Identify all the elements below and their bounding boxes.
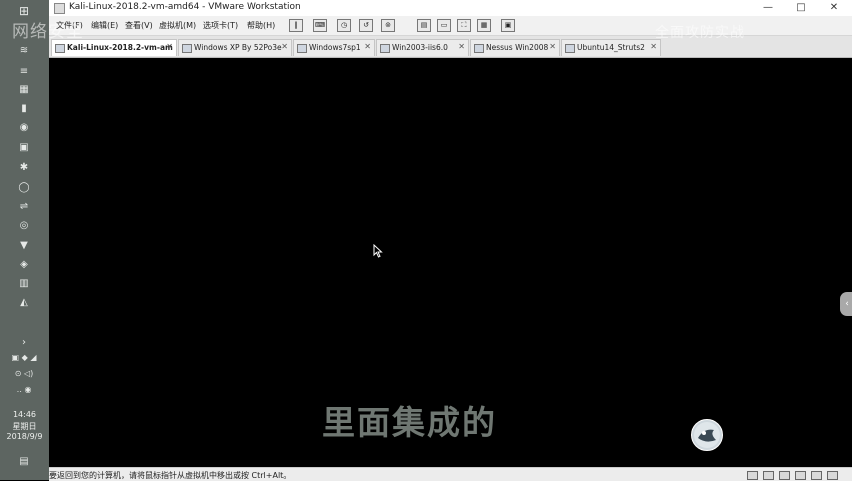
status-message: 要返回到您的计算机，请将鼠标指针从虚拟机中移出或按 Ctrl+Alt。: [49, 471, 292, 480]
taskbar-app-icon[interactable]: ≋: [17, 45, 31, 57]
device-icon[interactable]: [747, 471, 758, 480]
vm-icon: [474, 44, 484, 53]
taskbar-app-icon[interactable]: ◯: [17, 182, 31, 194]
thumbnail-icon[interactable]: ▭: [437, 19, 451, 32]
taskbar: ⊞ ≋ ≡ ▦ ▮ ◉ ▣ ✱ ◯ ⇌ ◎ ▼ ◈ ▥ ◭ › ▣ ◆ ◢ ⊙ …: [0, 0, 49, 480]
tab-windows-xp[interactable]: Windows XP By 52Po3e ✕: [178, 39, 292, 56]
tab-label: Windows XP By 52Po3e: [194, 43, 282, 52]
library-icon[interactable]: ▤: [417, 19, 431, 32]
taskbar-app-icon[interactable]: ⇌: [17, 201, 31, 213]
windows-start-icon[interactable]: ⊞: [17, 5, 31, 17]
tab-win2003[interactable]: Win2003-iis6.0 ✕: [376, 39, 469, 56]
revert-snapshot-icon[interactable]: ↺: [359, 19, 373, 32]
tab-label: Kali-Linux-2018.2-vm-am: [67, 43, 173, 52]
vm-icon: [182, 44, 192, 53]
channel-logo-icon: [691, 419, 723, 451]
taskbar-app-icon[interactable]: ◎: [17, 220, 31, 232]
clock-weekday: 星期日: [12, 422, 37, 431]
taskbar-app-icon[interactable]: ▮: [17, 103, 31, 115]
vm-icon: [297, 44, 307, 53]
window-title: Kali-Linux-2018.2-vm-amd64 - VMware Work…: [69, 2, 301, 12]
tab-label: Win2003-iis6.0: [392, 43, 448, 52]
taskbar-app-icon[interactable]: ◭: [17, 297, 31, 309]
vmware-icon: [54, 3, 65, 14]
maximize-button[interactable]: □: [789, 0, 813, 16]
side-panel-handle[interactable]: ‹: [840, 292, 852, 316]
chrome-icon[interactable]: ◉: [17, 122, 31, 134]
menu-tabs[interactable]: 选项卡(T): [203, 20, 238, 31]
vm-icon: [565, 44, 575, 53]
close-icon[interactable]: ✕: [458, 42, 465, 51]
watermark-left: 网络安全: [12, 22, 84, 42]
volume-icon[interactable]: ⊙ ◁): [5, 368, 43, 380]
vm-icon: [55, 44, 65, 53]
unity-icon[interactable]: ▦: [477, 19, 491, 32]
fullscreen-icon[interactable]: ⛶: [457, 19, 471, 32]
minimize-button[interactable]: —: [756, 0, 780, 16]
close-icon[interactable]: ✕: [166, 42, 173, 51]
pause-icon[interactable]: ‖: [289, 19, 303, 32]
mouse-cursor-icon: [373, 244, 383, 258]
taskbar-app-icon[interactable]: ▥: [17, 278, 31, 290]
tab-label: Ubuntu14_Struts2: [577, 43, 645, 52]
chevron-icon[interactable]: ›: [17, 337, 31, 349]
taskbar-app-icon[interactable]: ✱: [17, 162, 31, 174]
taskbar-app-icon[interactable]: ≡: [17, 66, 31, 78]
close-icon[interactable]: ✕: [281, 42, 288, 51]
tab-label: Windows7sp1: [309, 43, 361, 52]
clock-time[interactable]: 14:46: [0, 410, 49, 419]
console-view-icon[interactable]: ▣: [501, 19, 515, 32]
sound-icon[interactable]: [811, 471, 822, 480]
menu-view[interactable]: 查看(V): [125, 20, 153, 31]
watermark-right: 全面攻防实战: [655, 25, 745, 41]
network-icon[interactable]: ‥ ◉: [5, 384, 43, 396]
send-keys-icon[interactable]: ⌨: [313, 19, 327, 32]
device-icon[interactable]: [763, 471, 774, 480]
file-explorer-icon[interactable]: ▦: [17, 84, 31, 96]
notification-icon[interactable]: ▤: [17, 456, 31, 468]
video-subtitle: 里面集成的: [322, 403, 497, 442]
snapshot-manager-icon[interactable]: ⊚: [381, 19, 395, 32]
tab-ubuntu[interactable]: Ubuntu14_Struts2 ✕: [561, 39, 661, 56]
close-button[interactable]: ✕: [822, 0, 846, 16]
close-icon[interactable]: ✕: [650, 42, 657, 51]
taskbar-app-icon[interactable]: ▣: [17, 142, 31, 154]
tab-nessus[interactable]: Nessus Win2008 ✕: [470, 39, 560, 56]
status-bar: 要返回到您的计算机，请将鼠标指针从虚拟机中移出或按 Ctrl+Alt。: [49, 467, 852, 481]
clock-date: 2018/9/9: [6, 432, 43, 441]
usb-icon[interactable]: [795, 471, 806, 480]
tab-label: Nessus Win2008: [486, 43, 549, 52]
taskbar-app-icon[interactable]: ◈: [17, 259, 31, 271]
tray-icons[interactable]: ▣ ◆ ◢: [5, 352, 43, 364]
title-bar: Kali-Linux-2018.2-vm-amd64 - VMware Work…: [49, 0, 852, 16]
menu-edit[interactable]: 编辑(E): [91, 20, 118, 31]
menu-help[interactable]: 帮助(H): [247, 20, 275, 31]
close-icon[interactable]: ✕: [364, 42, 371, 51]
close-icon[interactable]: ✕: [549, 42, 556, 51]
taskbar-app-icon[interactable]: ▼: [17, 240, 31, 252]
tab-windows7[interactable]: Windows7sp1 ✕: [293, 39, 375, 56]
network-adapter-icon[interactable]: [779, 471, 790, 480]
vm-icon: [380, 44, 390, 53]
menu-vm[interactable]: 虚拟机(M): [159, 20, 196, 31]
display-icon[interactable]: [827, 471, 838, 480]
snapshot-icon[interactable]: ◷: [337, 19, 351, 32]
